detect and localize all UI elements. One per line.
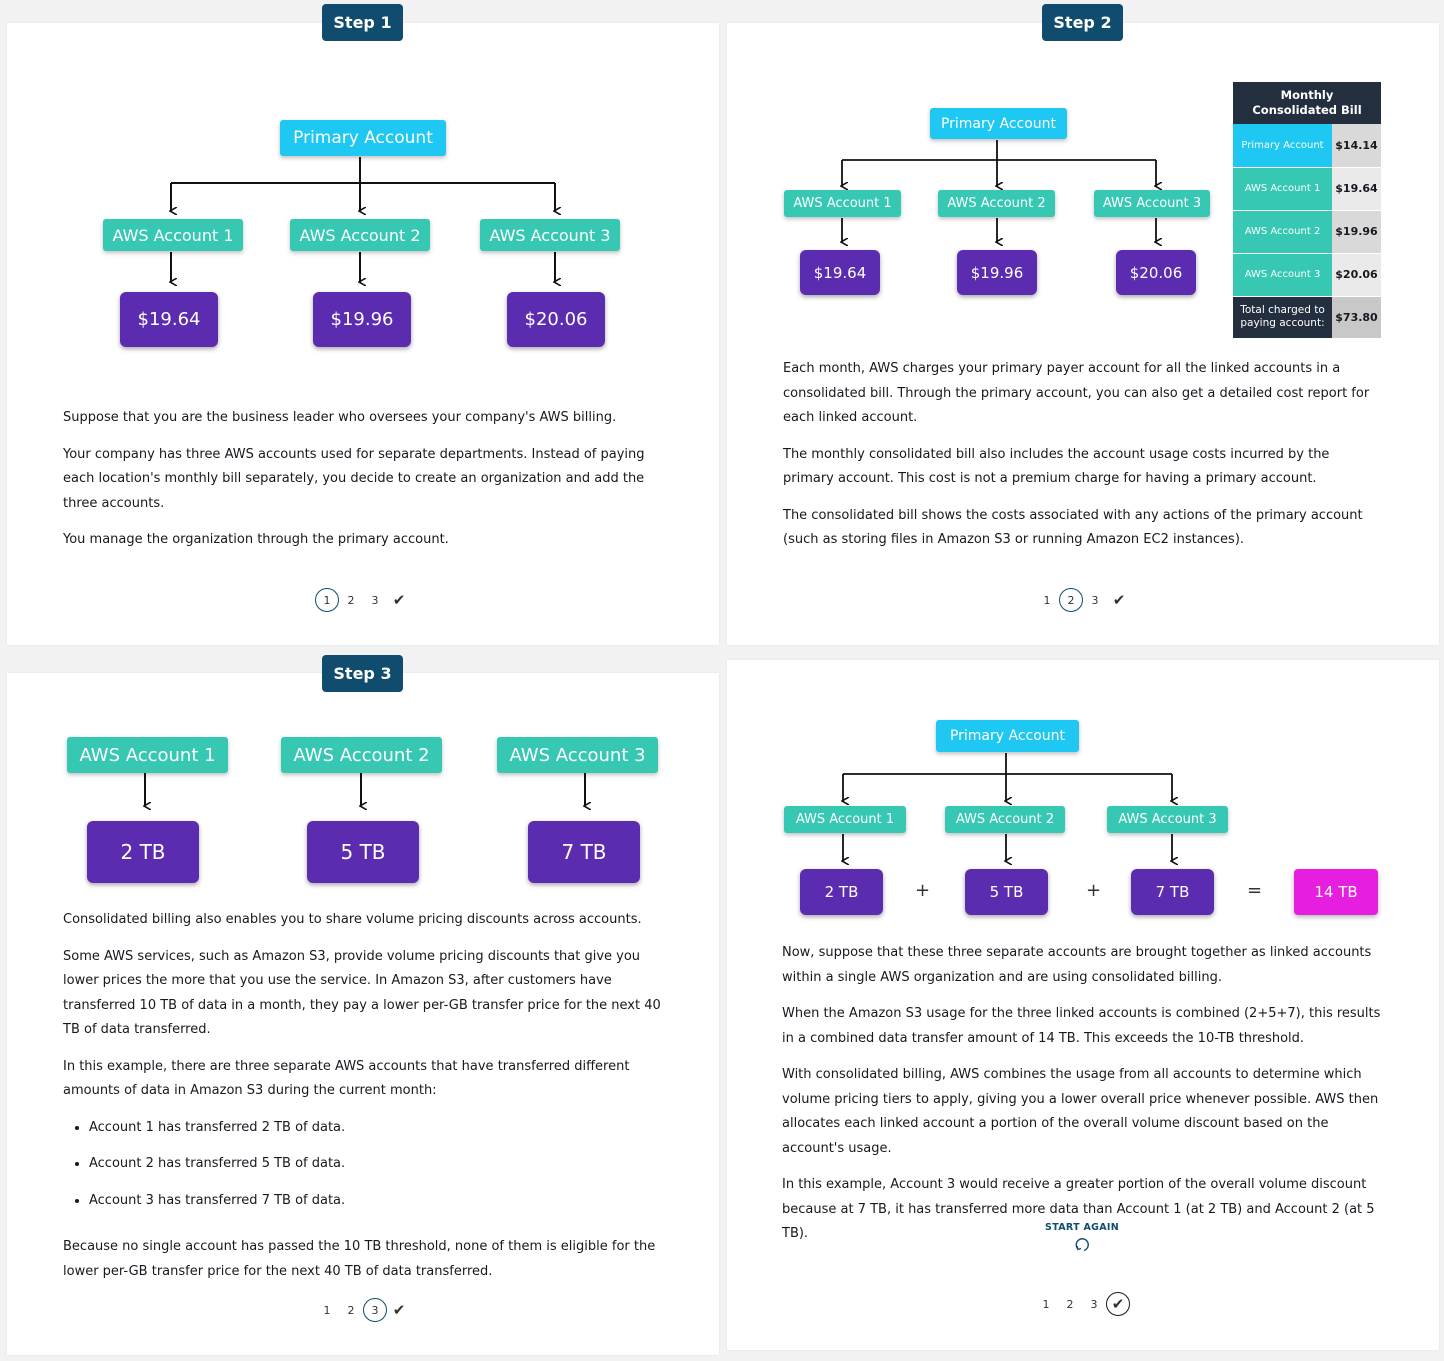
aws-account-1-box: AWS Account 1	[784, 806, 906, 833]
plus-operator: +	[915, 880, 931, 901]
plus-operator: +	[1086, 880, 1102, 901]
paragraph: Now, suppose that these three separate a…	[782, 945, 1372, 985]
start-again-button[interactable]: START AGAIN	[1040, 1222, 1124, 1258]
paragraph: When the Amazon S3 usage for the three l…	[782, 1006, 1381, 1046]
summary-text: Now, suppose that these three separate a…	[782, 941, 1386, 1259]
aws-account-2-box: AWS Account 2	[945, 806, 1065, 833]
aws-account-3-box: AWS Account 3	[1107, 806, 1228, 833]
equals-operator: =	[1247, 880, 1263, 901]
page-2-button[interactable]: 2	[1058, 1292, 1082, 1316]
summary-pager: 1 2 3 ✔	[1034, 1292, 1130, 1316]
page-1-button[interactable]: 1	[1034, 1292, 1058, 1316]
checkmark-icon[interactable]: ✔	[1106, 1292, 1130, 1316]
usage-account-2: 5 TB	[965, 869, 1048, 915]
paragraph: With consolidated billing, AWS combines …	[782, 1067, 1379, 1156]
usage-account-1: 2 TB	[800, 869, 883, 915]
primary-account-box: Primary Account	[936, 720, 1079, 752]
start-again-label: START AGAIN	[1045, 1222, 1119, 1233]
restart-icon	[1075, 1238, 1089, 1252]
combined-usage-total: 14 TB	[1294, 869, 1378, 915]
usage-account-3: 7 TB	[1131, 869, 1214, 915]
page-3-button[interactable]: 3	[1082, 1292, 1106, 1316]
